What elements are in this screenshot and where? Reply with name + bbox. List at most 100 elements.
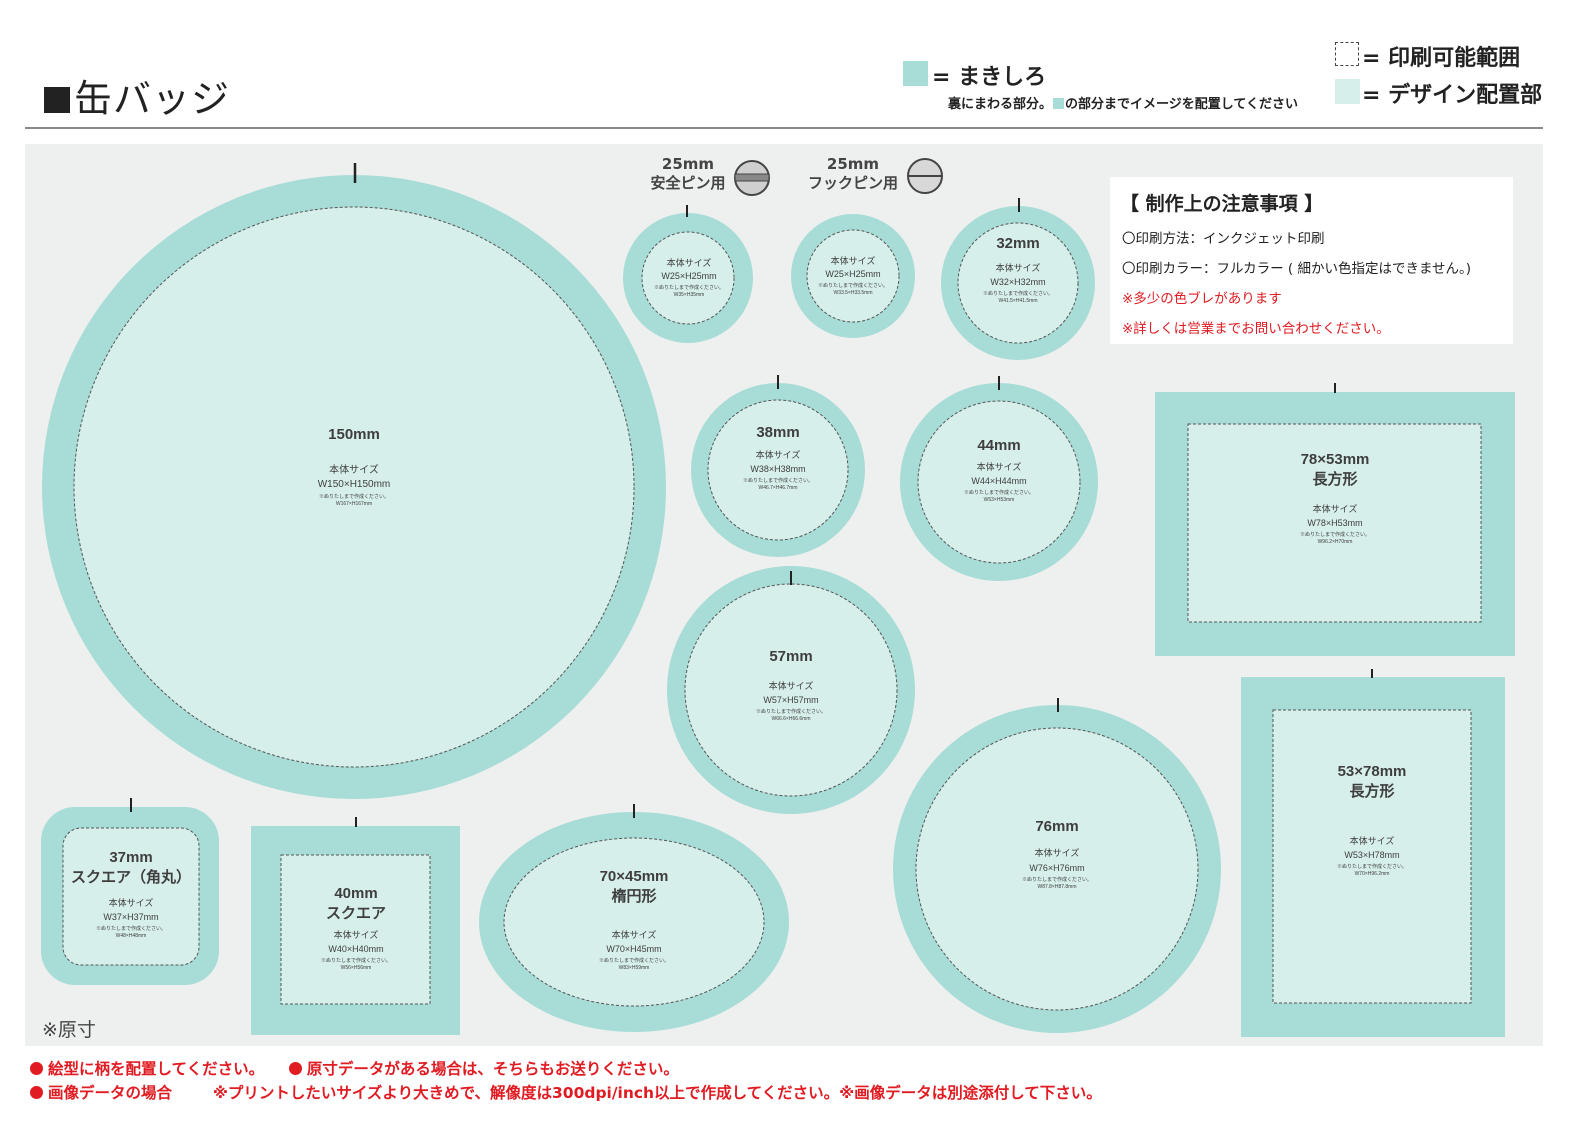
full-size: W96.2×H70mm bbox=[1318, 539, 1353, 545]
notes-warning-1: ※多少の色ブレがあります bbox=[1122, 291, 1282, 307]
body-label: 本体サイズ bbox=[612, 929, 657, 940]
size-label: 150mm bbox=[328, 426, 380, 443]
badge-76mm: 76mm 本体サイズ W76×H76mm ※ぬりたしまで作成ください。 W87.… bbox=[893, 698, 1221, 1033]
bullet-icon bbox=[30, 1086, 43, 1099]
badge-38mm: 38mm 本体サイズ W38×H38mm ※ぬりたしまで作成ください。 W46.… bbox=[691, 375, 865, 557]
bleed-note: ※ぬりたしまで作成ください。 bbox=[818, 282, 888, 289]
body-size: W38×H38mm bbox=[750, 464, 805, 474]
full-size: W56×H56mm bbox=[341, 965, 372, 971]
body-label: 本体サイズ bbox=[769, 680, 814, 691]
production-notes: 【 制作上の注意事項 】 〇印刷方法：インクジェット印刷 〇印刷カラー：フルカラ… bbox=[1110, 177, 1513, 344]
size-label: 40mm bbox=[334, 885, 377, 902]
full-size: W35×H35mm bbox=[674, 292, 705, 298]
design-area bbox=[503, 837, 765, 1007]
bleed-note: ※ぬりたしまで作成ください。 bbox=[1337, 863, 1407, 870]
body-label: 本体サイズ bbox=[1350, 835, 1395, 846]
bleed-note: ※ぬりたしまで作成ください。 bbox=[1022, 876, 1092, 883]
full-size: W70×H96.2mm bbox=[1355, 871, 1390, 877]
bleed-note: ※ぬりたしまで作成ください。 bbox=[599, 957, 669, 964]
bleed-note: ※ぬりたしまで作成ください。 bbox=[654, 284, 724, 291]
body-label: 本体サイズ bbox=[1313, 503, 1358, 514]
body-size: W57×H57mm bbox=[763, 695, 818, 705]
body-size: W25×H25mm bbox=[825, 269, 880, 279]
size-label: 37mm bbox=[109, 849, 152, 866]
bleed-note: ※ぬりたしまで作成ください。 bbox=[964, 489, 1034, 496]
size-label: 53×78mm bbox=[1338, 763, 1407, 780]
body-size: W32×H32mm bbox=[990, 277, 1045, 287]
shape-label: スクエア bbox=[326, 905, 386, 922]
badge-70x45-oval: 70×45mm 楕円形 本体サイズ W70×H45mm ※ぬりたしまで作成くださ… bbox=[479, 804, 789, 1032]
bullet-icon bbox=[288, 1062, 302, 1075]
notes-warning-2: ※詳しくは営業までお問い合わせください。 bbox=[1122, 321, 1390, 337]
size-label: 57mm bbox=[769, 648, 812, 665]
safety-pin-icon bbox=[734, 160, 770, 196]
shape-label: 長方形 bbox=[1349, 782, 1394, 800]
full-size: W48×H48mm bbox=[116, 933, 147, 939]
badge-40mm-square: 40mm スクエア 本体サイズ W40×H40mm ※ぬりたしまで作成ください。… bbox=[251, 817, 460, 1035]
body-label: 本体サイズ bbox=[1035, 847, 1080, 858]
size-label: 44mm bbox=[977, 437, 1020, 454]
body-size: W25×H25mm bbox=[661, 271, 716, 281]
safety-pin-size: 25mm bbox=[661, 155, 715, 173]
body-label: 本体サイズ bbox=[996, 262, 1041, 273]
badge-25mm-safety: 本体サイズ W25×H25mm ※ぬりたしまで作成ください。 W35×H35mm bbox=[623, 205, 753, 343]
footer-line-2: 画像データの場合 ※プリントしたいサイズより大きめで、解像度は300dpi/in… bbox=[30, 1081, 1102, 1103]
full-size: W83×H59mm bbox=[619, 965, 650, 971]
body-size: W150×H150mm bbox=[318, 479, 391, 490]
hook-pin-icon bbox=[907, 158, 943, 194]
bleed-note: ※ぬりたしまで作成ください。 bbox=[756, 708, 826, 715]
safety-pin-text: 安全ピン用 bbox=[650, 174, 726, 192]
shape-label: 長方形 bbox=[1312, 470, 1357, 488]
bleed-note: ※ぬりたしまで作成ください。 bbox=[319, 493, 389, 500]
body-size: W40×H40mm bbox=[328, 944, 383, 954]
full-size: W33.5×H33.5mm bbox=[833, 290, 872, 296]
badge-57mm: 57mm 本体サイズ W57×H57mm ※ぬりたしまで作成ください。 W66.… bbox=[667, 566, 915, 814]
body-size: W53×H78mm bbox=[1344, 850, 1399, 860]
size-label: 70×45mm bbox=[600, 868, 669, 885]
body-label: 本体サイズ bbox=[831, 255, 876, 266]
body-label: 本体サイズ bbox=[109, 897, 154, 908]
body-size: W78×H53mm bbox=[1307, 518, 1362, 528]
body-label: 本体サイズ bbox=[977, 461, 1022, 472]
hook-pin-text: フックピン用 bbox=[807, 174, 898, 192]
full-size: W66.6×H66.6mm bbox=[771, 716, 810, 722]
bleed-note: ※ぬりたしまで作成ください。 bbox=[743, 477, 813, 484]
footer-instruction-2: 原寸データがある場合は、そちらもお送りください。 bbox=[306, 1060, 679, 1078]
size-label: 76mm bbox=[1035, 818, 1078, 835]
full-size: W167×H167mm bbox=[336, 501, 372, 507]
body-label: 本体サイズ bbox=[667, 257, 712, 268]
badge-53x78-rect: 53×78mm 長方形 本体サイズ W53×H78mm ※ぬりたしまで作成くださ… bbox=[1241, 669, 1505, 1037]
footer-instruction-1: 絵型に柄を配置してください。 bbox=[48, 1060, 265, 1078]
notes-color: 〇印刷カラー：フルカラー ( 細かい色指定はできません。) bbox=[1122, 261, 1472, 277]
body-label: 本体サイズ bbox=[756, 449, 801, 460]
body-size: W37×H37mm bbox=[103, 912, 158, 922]
bleed-note: ※ぬりたしまで作成ください。 bbox=[96, 925, 166, 932]
full-size: W41.5×H41.5mm bbox=[998, 298, 1037, 304]
full-size: W46.7×H46.7mm bbox=[758, 485, 797, 491]
shape-label: スクエア（角丸） bbox=[71, 868, 191, 886]
safety-pin-label: 25mm 安全ピン用 bbox=[640, 155, 736, 193]
body-label: 本体サイズ bbox=[329, 463, 379, 476]
body-size: W70×H45mm bbox=[606, 944, 661, 954]
notes-heading: 【 制作上の注意事項 】 bbox=[1120, 193, 1324, 215]
body-size: W44×H44mm bbox=[971, 476, 1026, 486]
footer-line-1: 絵型に柄を配置してください。 原寸データがある場合は、そちらもお送りください。 bbox=[30, 1057, 679, 1079]
full-size: W53×H53mm bbox=[984, 497, 1015, 503]
bleed-note: ※ぬりたしまで作成ください。 bbox=[321, 957, 391, 964]
hook-pin-size: 25mm bbox=[826, 155, 880, 173]
badge-32mm: 32mm 本体サイズ W32×H32mm ※ぬりたしまで作成ください。 W41.… bbox=[941, 198, 1095, 360]
badge-25mm-hook: 本体サイズ W25×H25mm ※ぬりたしまで作成ください。 W33.5×H33… bbox=[791, 214, 915, 338]
footer-image-data-label: 画像データの場合 bbox=[48, 1084, 173, 1102]
shape-label: 楕円形 bbox=[611, 887, 656, 905]
badge-templates: 150mm 本体サイズ W150×H150mm ※ぬりたしまで作成ください。 W… bbox=[41, 158, 1515, 1037]
size-label: 78×53mm bbox=[1301, 451, 1370, 468]
full-size: W87.8×H87.8mm bbox=[1037, 884, 1076, 890]
actual-size-note: ※原寸 bbox=[42, 1019, 96, 1041]
notes-method: 〇印刷方法：インクジェット印刷 bbox=[1122, 231, 1325, 247]
hook-pin-label: 25mm フックピン用 bbox=[802, 155, 904, 193]
body-size: W76×H76mm bbox=[1029, 863, 1084, 873]
badge-150mm: 150mm 本体サイズ W150×H150mm ※ぬりたしまで作成ください。 W… bbox=[42, 163, 666, 799]
bullet-icon bbox=[30, 1062, 43, 1075]
body-label: 本体サイズ bbox=[334, 929, 379, 940]
badge-78x53-rect: 78×53mm 長方形 本体サイズ W78×H53mm ※ぬりたしまで作成くださ… bbox=[1155, 383, 1515, 656]
